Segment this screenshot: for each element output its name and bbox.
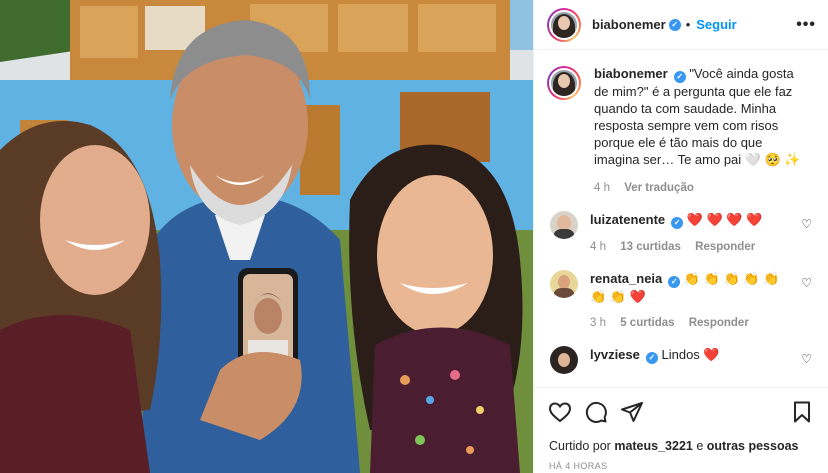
comment-likes[interactable]: 13 curtidas [620, 241, 681, 253]
comment-text: ❤️ ❤️ ❤️ ❤️ [686, 212, 763, 227]
post-image [0, 0, 533, 473]
comment-item: luizatenente ✓ ❤️ ❤️ ❤️ ❤️ 4 h 13 curtida… [547, 211, 814, 256]
separator-dot: • [685, 17, 691, 32]
caption: biabonemer ✓ "Você ainda gosta de mim?" é… [547, 65, 814, 197]
comment-like-heart-icon[interactable]: ♡ [801, 276, 812, 290]
post-header: biabonemer ✓ • Seguir ••• [534, 0, 828, 50]
comment-meta: 4 h 13 curtidas Responder [590, 239, 792, 256]
liked-and: e [696, 439, 704, 453]
liked-prefix: Curtido por [549, 439, 611, 453]
commenter-username[interactable]: renata_neia [590, 271, 662, 286]
commenter-username[interactable]: lyvziese [590, 347, 640, 362]
comment-like-heart-icon[interactable]: ♡ [801, 352, 812, 366]
post-timestamp[interactable]: HÁ 4 HORAS [549, 461, 608, 471]
commenter-username[interactable]: luizatenente [590, 212, 665, 227]
comments-list[interactable]: biabonemer ✓ "Você ainda gosta de mim?" é… [534, 51, 828, 387]
verified-badge-icon: ✓ [668, 276, 681, 288]
verified-badge-icon: ✓ [673, 71, 686, 83]
reply-button[interactable]: Responder [689, 317, 749, 329]
caption-meta: 4 h Ver tradução [594, 180, 806, 197]
bookmark-icon[interactable] [790, 400, 814, 424]
verified-badge-icon: ✓ [645, 352, 658, 364]
translate-link[interactable]: Ver tradução [624, 182, 694, 194]
comment-likes[interactable]: 5 curtidas [620, 317, 674, 329]
follow-button[interactable]: Seguir [696, 17, 736, 32]
author-avatar[interactable] [547, 7, 581, 42]
comment-item: lyvziese ✓ Lindos ❤️ ♡ [547, 346, 814, 374]
comment-time[interactable]: 3 h [590, 317, 606, 329]
comment-text: Lindos ❤️ [661, 347, 720, 362]
commenter-avatar[interactable] [550, 270, 578, 298]
caption-text: "Você ainda gosta de mim?" é a pergunta … [594, 66, 801, 167]
liked-user[interactable]: mateus_3221 [614, 439, 693, 453]
divider [534, 387, 828, 388]
commenter-avatar[interactable] [550, 346, 578, 374]
liked-by: Curtido por mateus_3221 e outras pessoas [549, 439, 799, 453]
heart-outline-icon[interactable] [548, 400, 572, 424]
post-detail-panel: biabonemer ✓ • Seguir ••• biabonemer ✓ "V… [533, 0, 828, 473]
caption-time[interactable]: 4 h [594, 182, 610, 194]
more-options-icon[interactable]: ••• [796, 16, 816, 34]
liked-others-link[interactable]: outras pessoas [707, 439, 799, 453]
post-photo[interactable] [0, 0, 533, 473]
comment-bubble-icon[interactable] [584, 400, 608, 424]
comment-item: renata_neia ✓ 👏 👏 👏 👏 👏 👏 👏 ❤️ 3 h 5 curt… [547, 270, 814, 332]
comment-meta: 3 h 5 curtidas Responder [590, 315, 792, 332]
caption-avatar[interactable] [547, 66, 581, 100]
author-username[interactable]: biabonemer [592, 17, 666, 32]
comment-like-heart-icon[interactable]: ♡ [801, 217, 812, 231]
comment-time[interactable]: 4 h [590, 241, 606, 253]
action-bar [548, 398, 814, 426]
reply-button[interactable]: Responder [695, 241, 755, 253]
verified-badge-icon: ✓ [668, 18, 681, 31]
paper-plane-icon[interactable] [620, 400, 644, 424]
caption-username[interactable]: biabonemer [594, 66, 668, 81]
verified-badge-icon: ✓ [671, 217, 684, 229]
commenter-avatar[interactable] [550, 211, 578, 239]
